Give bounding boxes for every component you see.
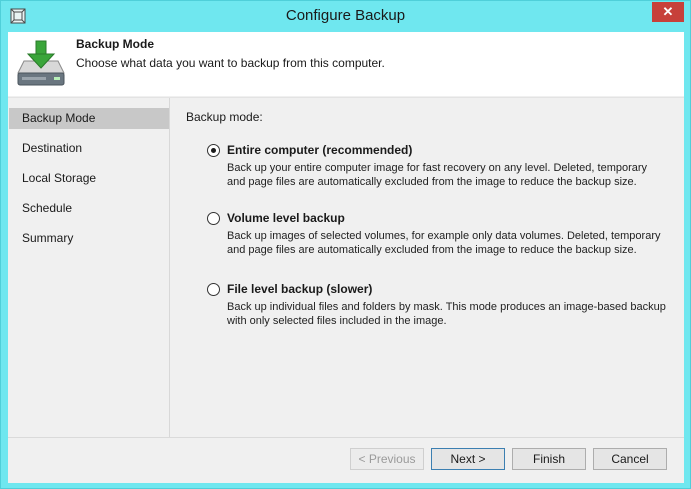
- wizard-footer: < Previous Next > Finish Cancel: [8, 437, 684, 483]
- sidebar-item-schedule[interactable]: Schedule: [9, 198, 169, 219]
- backup-mode-label: Backup mode:: [186, 110, 263, 124]
- close-button[interactable]: ✕: [652, 2, 684, 22]
- option-title[interactable]: Volume level backup: [227, 211, 345, 225]
- option-title[interactable]: Entire computer (recommended): [227, 143, 412, 157]
- backup-drive-icon: [17, 40, 65, 86]
- radio-file-level[interactable]: [207, 283, 220, 296]
- option-description: Back up individual files and folders by …: [227, 301, 666, 327]
- sidebar-item-summary[interactable]: Summary: [9, 228, 169, 249]
- next-button[interactable]: Next >: [431, 448, 505, 470]
- dialog-client-area: Backup Mode Choose what data you want to…: [8, 32, 684, 483]
- configure-backup-window: Configure Backup ✕ Backup Mode Choose wh…: [0, 0, 691, 489]
- radio-volume-level[interactable]: [207, 212, 220, 225]
- sidebar-item-destination[interactable]: Destination: [9, 138, 169, 159]
- option-title[interactable]: File level backup (slower): [227, 282, 372, 296]
- backup-mode-panel: Backup mode: Entire computer (recommende…: [171, 98, 684, 438]
- radio-entire-computer[interactable]: [207, 144, 220, 157]
- option-description: Back up your entire computer image for f…: [227, 162, 648, 188]
- wizard-body: Backup Mode Destination Local Storage Sc…: [8, 97, 684, 438]
- wizard-steps-sidebar: Backup Mode Destination Local Storage Sc…: [8, 98, 170, 438]
- option-description: Back up images of selected volumes, for …: [227, 230, 661, 256]
- wizard-header: Backup Mode Choose what data you want to…: [8, 32, 684, 96]
- previous-button[interactable]: < Previous: [350, 448, 424, 470]
- window-title: Configure Backup: [285, 7, 406, 24]
- sidebar-item-backup-mode[interactable]: Backup Mode: [9, 108, 169, 129]
- title-bar[interactable]: Configure Backup ✕: [1, 1, 690, 33]
- page-title: Backup Mode: [76, 37, 155, 51]
- cancel-button[interactable]: Cancel: [593, 448, 667, 470]
- sidebar-item-local-storage[interactable]: Local Storage: [9, 168, 169, 189]
- finish-button[interactable]: Finish: [512, 448, 586, 470]
- page-description: Choose what data you want to backup from…: [76, 56, 385, 70]
